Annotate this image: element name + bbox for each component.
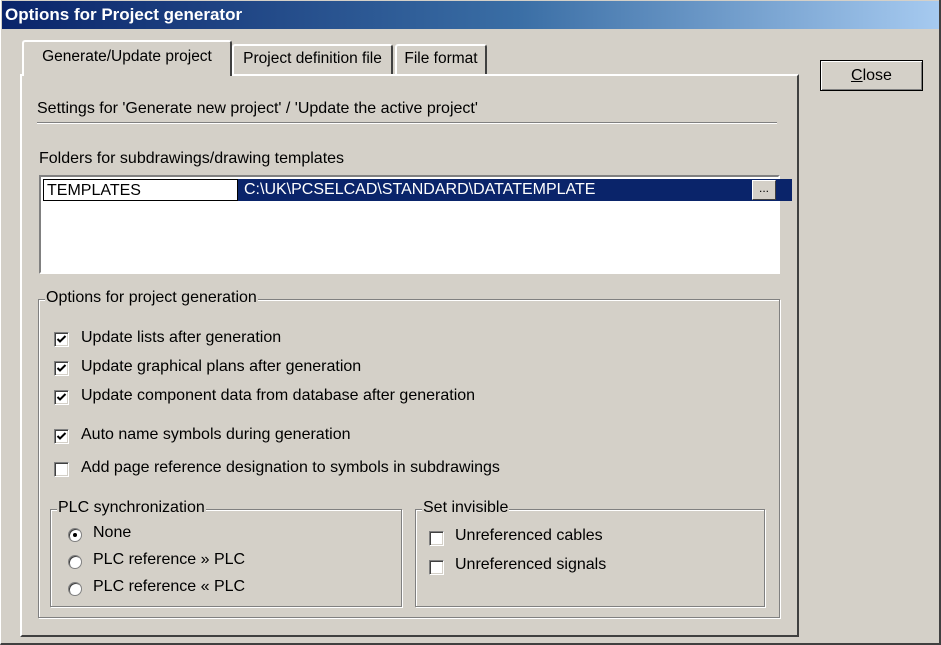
tab-generate-update-project[interactable]: Generate/Update project [22, 40, 232, 76]
tab-label: Project definition file [243, 50, 382, 67]
tab-label: Generate/Update project [42, 48, 212, 65]
options-dialog: Options for Project generator Generate/U… [0, 0, 941, 645]
tab-panel [20, 74, 799, 637]
tab-project-definition-file[interactable]: Project definition file [232, 44, 393, 74]
tab-label: File format [404, 50, 478, 67]
window-title: Options for Project generator [5, 5, 243, 24]
title-bar[interactable]: Options for Project generator [2, 1, 939, 29]
tab-file-format[interactable]: File format [395, 44, 487, 74]
close-button[interactable]: Close [820, 60, 923, 91]
close-label: Close [851, 67, 892, 84]
